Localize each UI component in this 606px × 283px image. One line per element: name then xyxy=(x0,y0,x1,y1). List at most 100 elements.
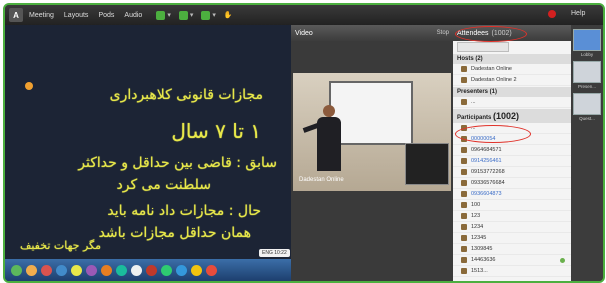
app-icon[interactable] xyxy=(41,264,52,276)
dock-label: Quest... xyxy=(579,116,595,121)
projection-screen xyxy=(329,81,413,145)
whiteboard-line: حال : مجازات داد نامه باید xyxy=(107,203,261,219)
person-icon xyxy=(461,235,467,241)
app-icon[interactable] xyxy=(101,264,112,276)
presenters-section[interactable]: Presenters (1) xyxy=(453,87,571,97)
person-icon xyxy=(461,224,467,230)
app-icon[interactable] xyxy=(146,264,157,276)
list-item[interactable]: 100 xyxy=(453,200,571,211)
presenter-head xyxy=(323,105,335,117)
participants-section[interactable]: Participants (1002) xyxy=(453,109,571,123)
microphone-icon[interactable] xyxy=(156,10,166,20)
person-icon xyxy=(461,246,467,252)
app-icon[interactable] xyxy=(161,264,172,276)
list-item[interactable]: 0936604873 xyxy=(453,189,571,200)
list-item[interactable]: 14463636 xyxy=(453,255,571,266)
help-menu[interactable]: Help xyxy=(571,10,585,17)
app-icon[interactable] xyxy=(176,264,187,276)
windows-taskbar xyxy=(5,259,291,281)
host-name: Dadestan Online xyxy=(471,66,512,72)
presenter-body xyxy=(317,117,341,171)
search-row xyxy=(453,41,571,53)
person-icon xyxy=(461,147,467,153)
stop-button[interactable]: Stop xyxy=(437,30,449,36)
participant-name: 100 xyxy=(471,202,481,208)
layout-thumbnail xyxy=(573,61,601,83)
whiteboard-line: همان حداقل مجازات باشد xyxy=(98,225,251,241)
layout-thumbnail xyxy=(573,29,601,51)
status-ok-icon xyxy=(560,257,565,263)
list-item[interactable]: Dadestan Online xyxy=(453,64,571,75)
participants-label: Participants xyxy=(457,115,492,121)
participant-name: 1513... xyxy=(471,268,488,274)
video-pod-title: Video xyxy=(295,29,313,37)
record-icon[interactable] xyxy=(548,10,556,18)
search-input[interactable] xyxy=(457,42,509,52)
dock-item-questions[interactable]: Quest... xyxy=(573,93,601,121)
app-icon[interactable] xyxy=(206,264,217,276)
start-icon[interactable] xyxy=(11,264,22,276)
chevron-down-icon[interactable]: ▾ xyxy=(190,11,194,19)
person-icon xyxy=(461,202,467,208)
menu-pods[interactable]: Pods xyxy=(98,12,114,19)
list-item[interactable]: 0914256461 xyxy=(453,156,571,167)
participant-name: 14463636 xyxy=(471,257,496,263)
list-item[interactable]: 0964684571 xyxy=(453,145,571,156)
participant-name: 12345 xyxy=(471,235,487,241)
app-icon[interactable] xyxy=(71,264,82,276)
participant-name: 09153772268 xyxy=(471,169,505,175)
person-icon xyxy=(461,180,467,186)
list-item[interactable]: Dadestan Online 2 xyxy=(453,75,571,86)
list-item[interactable]: 1513... xyxy=(453,266,571,277)
list-item[interactable]: 12345 xyxy=(453,233,571,244)
app-icon[interactable] xyxy=(86,264,97,276)
app-icon[interactable] xyxy=(191,264,202,276)
whiteboard-line: مگر جهات تخفیف xyxy=(19,239,101,252)
menu-meeting[interactable]: Meeting xyxy=(29,12,54,19)
list-item[interactable]: 09336576684 xyxy=(453,178,571,189)
highlight-oval xyxy=(455,125,531,143)
attendees-pod: Attendees (1002) Hosts (2) Dadestan Onli… xyxy=(453,25,571,281)
list-item[interactable]: ... xyxy=(453,97,571,108)
status-icon[interactable] xyxy=(201,10,211,20)
presenter-name: ... xyxy=(471,99,476,105)
person-icon xyxy=(461,77,467,83)
layouts-dock: Lobby Presen... Quest... xyxy=(571,25,603,281)
whiteboard-pod[interactable]: مجازات قانونی کلاهبرداری ۱ تا ۷ سال سابق… xyxy=(5,25,291,281)
monitor-image xyxy=(405,143,449,185)
video-pod-header: Video Stop xyxy=(291,25,453,41)
dock-label: Presen... xyxy=(577,84,596,89)
dock-label: Lobby xyxy=(580,52,594,57)
chevron-down-icon[interactable]: ▾ xyxy=(212,11,216,19)
folder-icon[interactable] xyxy=(26,264,37,276)
video-caption: Dadestan Online xyxy=(299,177,344,183)
list-item[interactable]: 123 xyxy=(453,211,571,222)
person-icon xyxy=(461,169,467,175)
menu-audio[interactable]: Audio xyxy=(124,12,142,19)
menu-bar: A Meeting Layouts Pods Audio ▾ ▾ ▾ ✋ Hel… xyxy=(5,5,603,25)
participant-name: 123 xyxy=(471,213,481,219)
video-pod: Video Stop Dadestan Online xyxy=(291,25,453,281)
video-feed[interactable]: Dadestan Online xyxy=(293,73,451,191)
menu-layouts[interactable]: Layouts xyxy=(64,12,89,19)
app-icon[interactable] xyxy=(56,264,67,276)
person-icon xyxy=(461,257,467,263)
hosts-section[interactable]: Hosts (2) xyxy=(453,54,571,64)
app-icon[interactable] xyxy=(131,264,142,276)
participant-name: 0964684571 xyxy=(471,147,502,153)
dock-item-presentation[interactable]: Presen... xyxy=(573,61,601,89)
webcam-icon[interactable] xyxy=(178,10,188,20)
host-name: Dadestan Online 2 xyxy=(471,77,517,83)
dock-item-lobby[interactable]: Lobby xyxy=(573,29,601,57)
pointer-dot-icon xyxy=(25,82,33,90)
app-icon[interactable] xyxy=(116,264,127,276)
participant-name: 09336576684 xyxy=(471,180,505,186)
adobe-logo-icon: A xyxy=(9,8,23,22)
chevron-down-icon[interactable]: ▾ xyxy=(167,11,171,19)
list-item[interactable]: 1234 xyxy=(453,222,571,233)
list-item[interactable]: 09153772268 xyxy=(453,167,571,178)
app-window: A Meeting Layouts Pods Audio ▾ ▾ ▾ ✋ Hel… xyxy=(3,3,605,283)
hand-icon[interactable]: ✋ xyxy=(224,11,233,19)
list-item[interactable]: 1309845 xyxy=(453,244,571,255)
participant-name: 1309845 xyxy=(471,246,493,252)
